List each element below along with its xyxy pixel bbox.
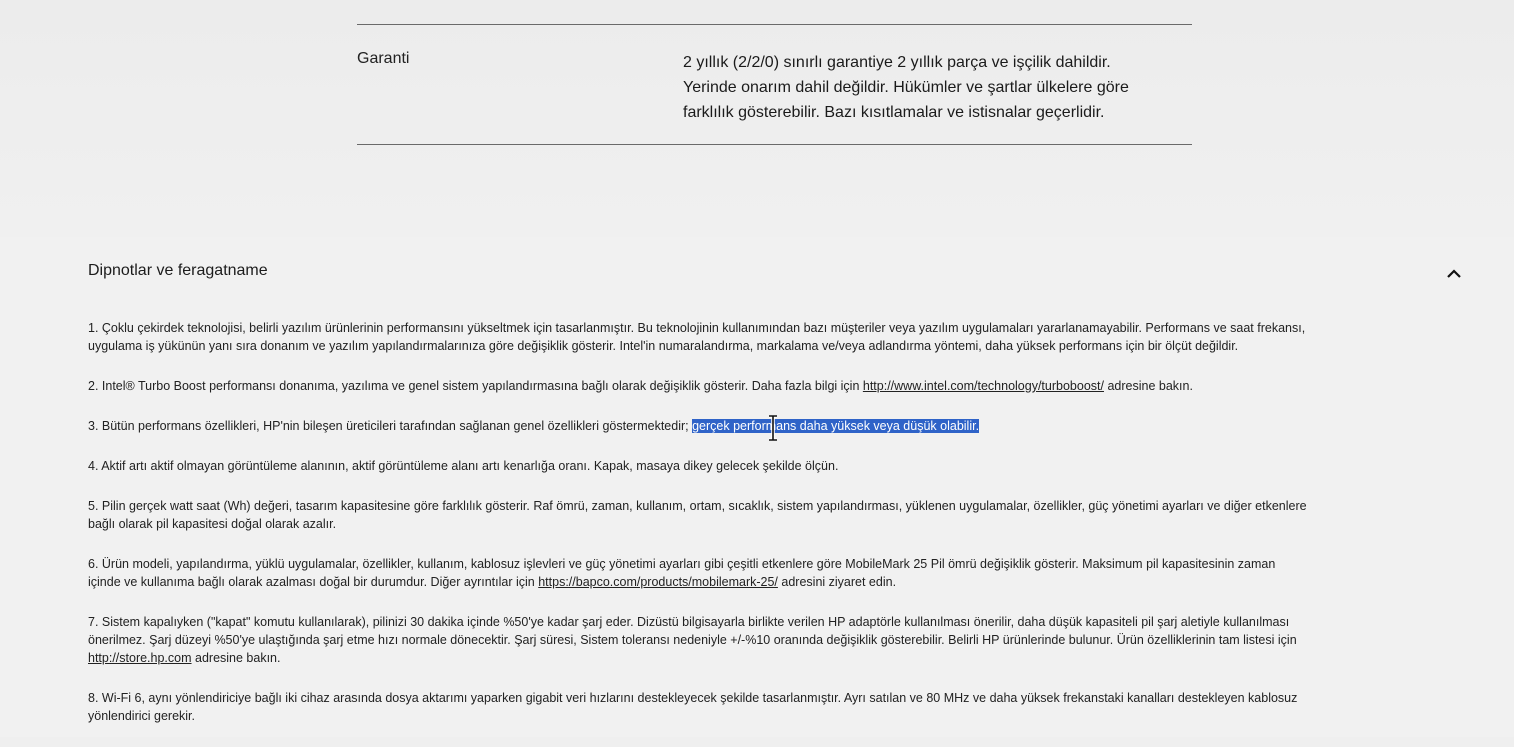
footnote-line: bağlı olarak pil kapasitesi doğal olarak… bbox=[88, 517, 337, 531]
chevron-up-icon bbox=[1447, 268, 1461, 278]
footnote-7: 7. Sistem kapalıyken ("kapat" komutu kul… bbox=[88, 613, 1468, 667]
footnote-line: uygulama iş yükünün yanı sıra donanım ve… bbox=[88, 339, 1239, 353]
footnote-line: 7. Sistem kapalıyken ("kapat" komutu kul… bbox=[88, 615, 1290, 629]
footnote-5: 5. Pilin gerçek watt saat (Wh) değeri, t… bbox=[88, 497, 1468, 533]
divider bbox=[357, 144, 1192, 145]
footnote-text: adresine bakın. bbox=[1103, 379, 1193, 393]
footnote-line: yönlendirici gerekir. bbox=[88, 709, 195, 723]
footnote-line: önerilmez. Şarj düzeyi %50'ye ulaştığınd… bbox=[88, 633, 1297, 647]
spec-value: 2 yıllık (2/2/0) sınırlı garantiye 2 yıl… bbox=[683, 50, 1203, 125]
footnote-text: içinde ve kullanıma bağlı olarak azalmas… bbox=[88, 575, 539, 589]
spec-value-line: 2 yıllık (2/2/0) sınırlı garantiye 2 yıl… bbox=[683, 54, 1111, 71]
footnote-1: 1. Çoklu çekirdek teknolojisi, belirli y… bbox=[88, 319, 1468, 355]
spec-value-line: Yerinde onarım dahil değildir. Hükümler … bbox=[683, 79, 1129, 96]
bapco-link[interactable]: https://bapco.com/products/mobilemark-25… bbox=[538, 575, 778, 589]
spec-label: Garanti bbox=[357, 50, 410, 67]
footnote-line: 5. Pilin gerçek watt saat (Wh) değeri, t… bbox=[88, 499, 1307, 513]
footnote-text: 3. Bütün performans özellikleri, HP'nin … bbox=[88, 419, 693, 433]
footnote-text: adresine bakın. bbox=[191, 651, 281, 665]
collapse-button[interactable] bbox=[1440, 261, 1468, 285]
intel-turboboost-link[interactable]: http://www.intel.com/technology/turboboo… bbox=[863, 379, 1104, 393]
footnote-6: 6. Ürün modeli, yapılandırma, yüklü uygu… bbox=[88, 555, 1468, 591]
footnote-8: 8. Wi-Fi 6, aynı yönlendiriciye bağlı ik… bbox=[88, 689, 1468, 725]
footnote-line: 8. Wi-Fi 6, aynı yönlendiriciye bağlı ik… bbox=[88, 691, 1298, 705]
divider bbox=[357, 24, 1192, 25]
footnotes-list: 1. Çoklu çekirdek teknolojisi, belirli y… bbox=[88, 319, 1468, 747]
text-cursor-icon bbox=[769, 415, 777, 441]
footnotes-section: Dipnotlar ve feragatname 1. Çoklu çekird… bbox=[0, 237, 1514, 737]
spec-value-line: farklılık gösterebilir. Bazı kısıtlamala… bbox=[683, 104, 1105, 121]
footnote-text: 4. Aktif artı aktif olmayan görüntüleme … bbox=[88, 459, 839, 473]
footnote-line: 6. Ürün modeli, yapılandırma, yüklü uygu… bbox=[88, 557, 1276, 571]
footnote-line: 1. Çoklu çekirdek teknolojisi, belirli y… bbox=[88, 321, 1306, 335]
footnote-4: 4. Aktif artı aktif olmayan görüntüleme … bbox=[88, 457, 1468, 475]
footnotes-header[interactable]: Dipnotlar ve feragatname bbox=[88, 262, 268, 280]
footnote-text: adresini ziyaret edin. bbox=[777, 575, 897, 589]
spec-section: Garanti 2 yıllık (2/2/0) sınırlı garanti… bbox=[0, 0, 1514, 237]
footnote-line: içinde ve kullanıma bağlı olarak azalmas… bbox=[88, 573, 1468, 591]
footnote-line: http://store.hp.com adresine bakın. bbox=[88, 649, 1468, 667]
selected-text: gerçek performans daha yüksek veya düşük… bbox=[692, 419, 980, 433]
footnote-text: 2. Intel® Turbo Boost performansı donanı… bbox=[88, 379, 863, 393]
hp-store-link[interactable]: http://store.hp.com bbox=[88, 651, 192, 665]
footnote-2: 2. Intel® Turbo Boost performansı donanı… bbox=[88, 377, 1468, 395]
